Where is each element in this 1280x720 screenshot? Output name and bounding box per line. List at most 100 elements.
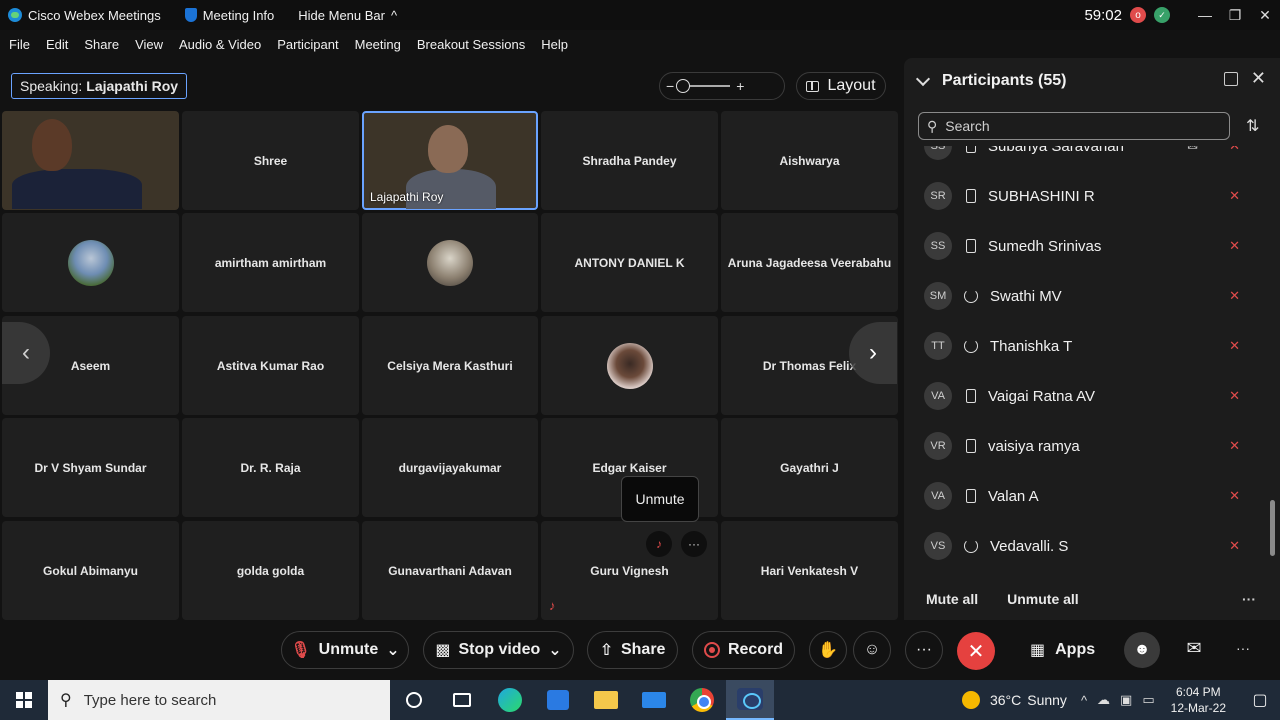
edge-button[interactable] [486, 680, 534, 720]
participant-row[interactable]: TT Thanishka T ✕ [904, 321, 1264, 371]
participant-tile[interactable] [362, 213, 538, 312]
taskbar-search-input[interactable]: ⚲ Type here to search [48, 680, 390, 720]
participant-row[interactable]: SR SUBHASHINI R ✕ [904, 171, 1264, 221]
onedrive-icon[interactable]: ☁ [1097, 692, 1110, 708]
participant-tile[interactable]: golda golda [182, 521, 359, 620]
chevron-down-icon[interactable]: ⌄ [548, 640, 561, 660]
restore-button[interactable]: ❐ [1220, 0, 1250, 30]
participant-search-input[interactable]: ⚲ Search [918, 112, 1230, 140]
menu-edit[interactable]: Edit [38, 37, 76, 52]
temperature[interactable]: 36°C [990, 692, 1021, 708]
menu-audio-video[interactable]: Audio & Video [171, 37, 269, 52]
mic-muted-icon[interactable]: ✕ [1229, 288, 1240, 304]
task-view-button[interactable] [438, 680, 486, 720]
chrome-button[interactable] [678, 680, 726, 720]
meeting-info-button[interactable]: Meeting Info [184, 8, 274, 23]
participant-tile[interactable]: ANTONY DANIEL K [541, 213, 718, 312]
overflow-button[interactable]: ··· [1236, 640, 1250, 656]
participant-tile[interactable]: Aruna Jagadeesa Veerabahu [721, 213, 898, 312]
unmute-all-button[interactable]: Unmute all [1007, 591, 1079, 607]
mail-button[interactable] [630, 680, 678, 720]
tile-unmute-button[interactable]: ♪ [646, 531, 672, 557]
taskbar-clock[interactable]: 6:04 PM 12-Mar-22 [1171, 684, 1226, 716]
participant-row[interactable]: SS Sumedh Srinivas ✕ [904, 221, 1264, 271]
participant-tile[interactable]: Dr. R. Raja [182, 418, 359, 517]
participant-row[interactable]: SS Subanya Saravanan ✉ ✕ [904, 146, 1264, 171]
tray-expand-icon[interactable]: ^ [1081, 693, 1087, 708]
participant-tile[interactable]: Shradha Pandey [541, 111, 718, 210]
leave-meeting-button[interactable]: ✕ [957, 632, 995, 670]
participant-tile[interactable] [2, 111, 179, 210]
mic-muted-icon[interactable]: ✕ [1229, 388, 1240, 404]
store-button[interactable] [534, 680, 582, 720]
participant-tile[interactable]: Astitva Kumar Rao [182, 316, 359, 415]
mic-muted-icon[interactable]: ✕ [1229, 488, 1240, 504]
mic-muted-icon[interactable]: ✕ [1229, 438, 1240, 454]
raise-hand-button[interactable]: ✋ [809, 631, 847, 669]
more-options-button[interactable]: ··· [905, 631, 943, 669]
mic-muted-icon[interactable]: ✕ [1229, 146, 1240, 154]
start-button[interactable] [0, 680, 48, 720]
close-panel-button[interactable]: ✕ [1251, 68, 1266, 89]
hide-menu-bar-button[interactable]: Hide Menu Bar ^ [298, 8, 397, 23]
mic-muted-icon[interactable]: ✕ [1229, 188, 1240, 204]
minimize-button[interactable]: — [1190, 0, 1220, 30]
record-button[interactable]: Record [692, 631, 795, 669]
menu-help[interactable]: Help [533, 37, 576, 52]
layout-button[interactable]: Layout [796, 72, 886, 100]
participant-row[interactable]: SM Swathi MV ✕ [904, 271, 1264, 321]
panel-more-button[interactable]: ··· [1242, 591, 1256, 607]
apps-button[interactable]: ▦ Apps [1030, 631, 1095, 669]
menu-file[interactable]: File [0, 37, 38, 52]
file-explorer-button[interactable] [582, 680, 630, 720]
menu-breakout-sessions[interactable]: Breakout Sessions [409, 37, 533, 52]
participant-row[interactable]: VR vaisiya ramya ✕ [904, 421, 1264, 471]
active-speaker-tile[interactable]: Lajapathi Roy [362, 111, 538, 210]
chat-icon[interactable]: ✉ [1187, 146, 1198, 154]
popout-icon[interactable] [1224, 72, 1238, 86]
participant-tile[interactable] [541, 316, 718, 415]
sort-icon[interactable]: ⇅ [1246, 116, 1259, 136]
participant-row[interactable]: VS Vedavalli. S ✕ [904, 521, 1264, 571]
zoom-slider[interactable] [676, 79, 731, 93]
menu-view[interactable]: View [127, 37, 171, 52]
participant-list-scrollbar[interactable] [1268, 150, 1276, 574]
participant-tile[interactable]: Dr V Shyam Sundar [2, 418, 179, 517]
participant-tile[interactable]: Shree [182, 111, 359, 210]
share-button[interactable]: ⇧ Share [587, 631, 678, 669]
webex-taskbar-button[interactable] [726, 680, 774, 720]
network-icon[interactable]: ▣ [1120, 692, 1132, 708]
zoom-out-icon[interactable]: − [666, 78, 674, 94]
participant-tile[interactable]: amirtham amirtham [182, 213, 359, 312]
network-status-icon[interactable]: ✓ [1154, 7, 1170, 23]
participant-tile[interactable]: Gayathri J [721, 418, 898, 517]
participant-tile[interactable]: Celsiya Mera Kasthuri [362, 316, 538, 415]
participant-tile[interactable]: Gunavarthani Adavan [362, 521, 538, 620]
chat-button[interactable]: ✉ [1180, 634, 1208, 662]
chevron-down-icon[interactable]: ⌄ [386, 640, 399, 660]
reactions-button[interactable]: ☺ [853, 631, 891, 669]
menu-share[interactable]: Share [76, 37, 127, 52]
cortana-button[interactable] [390, 680, 438, 720]
zoom-slider-handle[interactable] [676, 79, 691, 93]
menu-meeting[interactable]: Meeting [347, 37, 409, 52]
unmute-button[interactable]: 🎙 Unmute ⌄ [281, 631, 409, 669]
battery-icon[interactable]: ▭ [1142, 692, 1154, 708]
participant-row[interactable]: VA Valan A ✕ [904, 471, 1264, 521]
mute-all-button[interactable]: Mute all [926, 591, 978, 607]
mic-muted-icon[interactable]: ✕ [1229, 538, 1240, 554]
participant-tile[interactable] [2, 213, 179, 312]
mic-muted-icon[interactable]: ✕ [1229, 238, 1240, 254]
participant-tile[interactable]: Aishwarya [721, 111, 898, 210]
notification-button[interactable]: ▢ [1240, 680, 1280, 720]
participant-row[interactable]: VA Vaigai Ratna AV ✕ [904, 371, 1264, 421]
close-window-button[interactable]: ✕ [1250, 0, 1280, 30]
recording-indicator-icon[interactable]: o [1130, 7, 1146, 23]
stop-video-button[interactable]: ▩ Stop video ⌄ [423, 631, 574, 669]
menu-participant[interactable]: Participant [269, 37, 346, 52]
collapse-chevron-icon[interactable] [915, 71, 931, 86]
scrollbar-thumb[interactable] [1270, 500, 1275, 556]
mic-muted-icon[interactable]: ✕ [1229, 338, 1240, 354]
participant-tile[interactable]: Gokul Abimanyu [2, 521, 179, 620]
weather-text[interactable]: Sunny [1027, 692, 1067, 708]
